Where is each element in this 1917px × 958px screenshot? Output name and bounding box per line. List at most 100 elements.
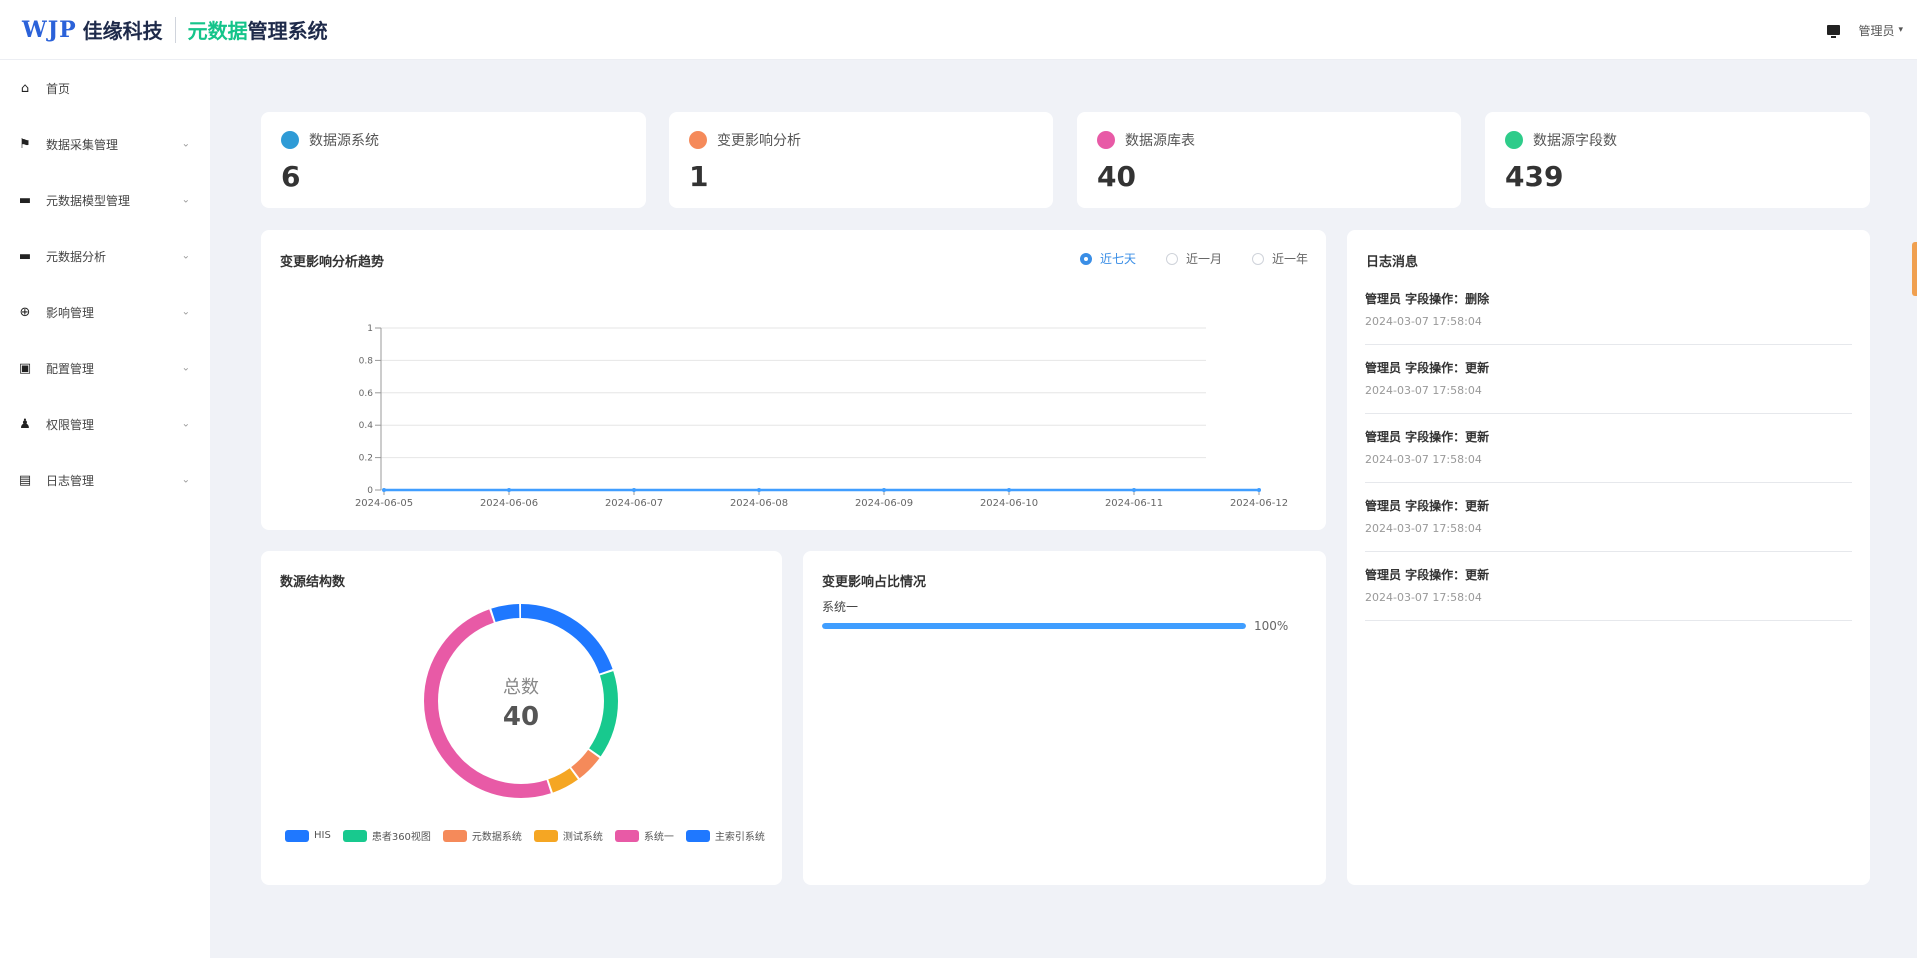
donut-center-value: 40 [503,702,539,732]
stat-value: 439 [1505,160,1564,193]
log-title: 日志消息 [1366,255,1419,270]
x-tick-label: 2024-06-10 [980,498,1038,509]
sidebar-item-label: 权限管理 [46,417,95,432]
trend-chart: 0 0.2 0.4 0.6 0.8 1 2024-06-05 2024-06-06 2024-0… [355,324,1288,509]
sidebar-item[interactable]: ▣ 配置管理 ⌄ [0,340,210,396]
log-time: 2024-03-07 17:58:04 [1365,591,1482,604]
structure-legend: HIS 患者360视图 元数据系统 测试系统 系统一 主索引系统 [285,828,765,843]
chevron-down-icon: ⌄ [181,362,190,374]
donut-center-label: 总数 [503,677,539,698]
x-tick-label: 2024-06-05 [355,498,413,509]
chevron-down-icon: ⌄ [181,250,190,262]
log-icon: ▤ [18,472,32,488]
impact-ratio-title: 变更影响占比情况 [822,575,927,590]
stat-card-systems: 数据源系统 6 [261,112,646,208]
monitor-icon: ▬ [18,248,32,264]
side-scroll-handle[interactable] [1912,242,1917,296]
log-list: 管理员 字段操作：删除 2024-03-07 17:58:04 管理员 字段操作：更… [1347,276,1870,621]
log-time: 2024-03-07 17:58:04 [1365,384,1482,397]
x-tick-label: 2024-06-11 [1105,498,1163,509]
sidebar: ⌂ 首页 ⚑ 数据采集管理 ⌄ ▬ 元数据模型管理 ⌄ ▬ 元数据分析 ⌄ ⊕ 影响管理 ⌄ ▣ 配置管理 ⌄ ♟… [0,60,210,958]
log-item: 管理员 字段操作：更新 2024-03-07 17:58:04 [1365,345,1852,414]
y-tick-label: 0.2 [359,454,373,464]
legend-item[interactable]: HIS [285,828,331,843]
chevron-down-icon: ⌄ [181,474,190,486]
legend-item[interactable]: 患者360视图 [342,828,431,843]
monitor-icon[interactable] [1827,25,1841,38]
legend-label: 患者360视图 [371,832,431,843]
sidebar-item[interactable]: ▬ 元数据分析 ⌄ [0,228,210,284]
data-point [757,488,761,492]
sidebar-item[interactable]: ⊕ 影响管理 ⌄ [0,284,210,340]
chevron-down-icon: ▾ [1898,25,1903,35]
structure-card: 数源结构数 总数 40 HIS 患者360视图 元数据系统 测试系统 系统一 主索引系统 [261,551,782,885]
sidebar-item[interactable]: ⚑ 数据采集管理 ⌄ [0,116,210,172]
legend-swatch [442,829,467,842]
log-item: 管理员 字段操作：更新 2024-03-07 17:58:04 [1365,483,1852,552]
chevron-down-icon: ⌄ [181,194,190,206]
progress-fill [822,623,1246,629]
systems-icon [281,131,299,149]
stat-label: 数据源字段数 [1533,133,1617,149]
log-time: 2024-03-07 17:58:04 [1365,522,1482,535]
sidebar-item-label: 数据采集管理 [46,137,119,152]
legend-item[interactable]: 系统一 [614,828,674,843]
x-tick-label: 2024-06-07 [605,498,663,509]
data-point [882,488,886,492]
log-card: 日志消息 管理员 字段操作：删除 2024-03-07 17:58:04 管理员 字… [1347,230,1870,885]
data-point [1132,488,1136,492]
system-title-accent: 元数据 [187,19,248,43]
legend-label: 测试系统 [562,832,603,843]
logo-brand: WJP [22,16,77,43]
sidebar-item-label: 配置管理 [46,361,95,376]
sidebar-item[interactable]: ♟ 权限管理 ⌄ [0,396,210,452]
x-tick-label: 2024-06-09 [855,498,913,509]
y-tick-label: 1 [367,324,373,334]
settings-icon: ▣ [18,360,32,376]
logo-company: 佳缘科技 [82,19,163,43]
sidebar-item[interactable]: ▬ 元数据模型管理 ⌄ [0,172,210,228]
legend-item[interactable]: 主索引系统 [685,828,765,843]
stat-card-impact: 变更影响分析 1 [669,112,1053,208]
legend-item[interactable]: 元数据系统 [442,828,522,843]
log-time: 2024-03-07 17:58:04 [1365,453,1482,466]
logo-divider [174,16,176,43]
y-tick-label: 0.4 [359,421,374,431]
fields-icon [1505,131,1523,149]
top-bar: WJP 佳缘科技 元数据 管理系统 管理员 ▾ [0,0,1917,60]
stat-card-fields: 数据源字段数 439 [1485,112,1870,208]
user-area: 管理员 ▾ [1827,0,1903,60]
log-text: 管理员 字段操作：更新 [1365,568,1490,582]
x-tick-label: 2024-06-12 [1230,498,1288,509]
log-item: 管理员 字段操作：删除 2024-03-07 17:58:04 [1365,276,1852,345]
stat-label: 变更影响分析 [717,133,801,149]
structure-donut-chart: 总数 40 [424,604,618,798]
x-tick-label: 2024-06-06 [480,498,538,509]
stat-label: 数据源系统 [309,133,379,149]
log-time: 2024-03-07 17:58:04 [1365,315,1482,328]
user-icon: ♟ [19,416,31,432]
log-item: 管理员 字段操作：更新 2024-03-07 17:58:04 [1365,552,1852,621]
progress-label: 系统一 [822,600,859,614]
sidebar-item[interactable]: ⌂ 首页 [0,60,210,116]
chevron-down-icon: ⌄ [181,138,190,150]
data-point [632,488,636,492]
legend-swatch [533,829,558,842]
trend-card: 变更影响分析趋势 近七天 近一月 近一年 0 0.2 0.4 0.6 0.8 1 2024-… [261,230,1326,530]
stat-value: 40 [1097,160,1136,193]
sidebar-item-label: 首页 [46,81,71,96]
user-menu[interactable]: 管理员 ▾ [1858,22,1903,39]
stat-label: 数据源库表 [1125,133,1195,149]
sidebar-item-label: 元数据分析 [46,249,107,264]
impact-ratio-card: 变更影响占比情况 系统一 100% [803,551,1326,885]
user-name: 管理员 [1858,23,1895,38]
legend-item[interactable]: 测试系统 [533,828,603,843]
legend-label: 元数据系统 [471,832,522,843]
data-point [507,488,511,492]
log-item: 管理员 字段操作：更新 2024-03-07 17:58:04 [1365,414,1852,483]
flag-icon: ⚑ [19,136,31,152]
log-text: 管理员 字段操作：更新 [1365,499,1490,513]
y-tick-label: 0 [367,486,373,496]
sidebar-item[interactable]: ▤ 日志管理 ⌄ [0,452,210,508]
stat-value: 1 [689,160,709,193]
